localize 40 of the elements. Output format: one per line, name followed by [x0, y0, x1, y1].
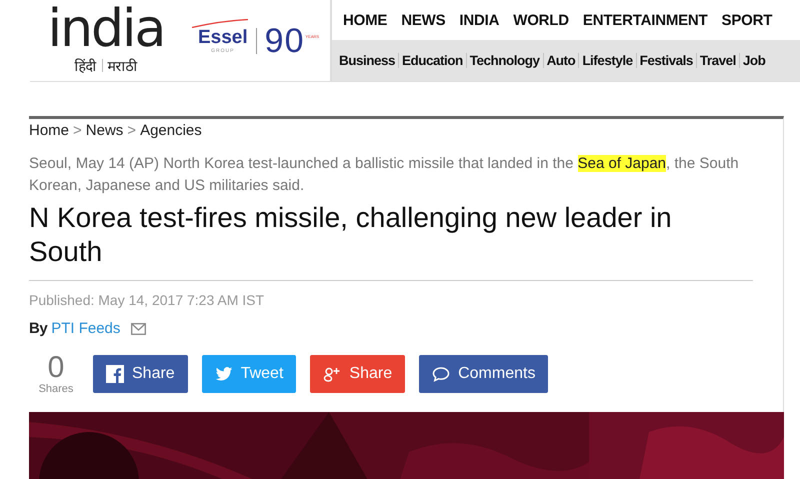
partner-logo-text: Essel — [198, 28, 248, 48]
subnav-link[interactable]: Education — [398, 53, 466, 68]
breadcrumb-link[interactable]: Agencies — [140, 122, 202, 139]
language-link[interactable]: हिंदी — [74, 56, 96, 75]
article-title: N Korea test-fires missile, challenging new leader in South — [29, 201, 673, 269]
mail-icon[interactable] — [131, 322, 146, 334]
nav-link[interactable]: ENTERTAINMENT — [582, 12, 708, 28]
breadcrumb-link[interactable]: News — [86, 122, 124, 139]
breadcrumb-link[interactable]: Home — [29, 122, 70, 139]
publish-date: Published: May 14, 2017 7:23 AM IST — [29, 292, 266, 308]
facebook-share-button[interactable]: Share — [93, 355, 188, 393]
comments-button[interactable]: Comments — [419, 355, 548, 393]
nav-link[interactable]: INDIA — [459, 12, 500, 28]
subnav-link[interactable]: Travel — [696, 53, 739, 68]
author-link[interactable]: PTI Feeds — [51, 320, 120, 337]
speech-bubble-icon — [432, 365, 450, 383]
subnav-link[interactable]: Festivals — [636, 53, 696, 68]
breadcrumb-separator: > — [73, 122, 82, 139]
google-plus-icon — [323, 365, 342, 383]
swoosh-icon — [190, 18, 250, 28]
nav-link[interactable]: HOME — [343, 12, 388, 28]
subnav-link[interactable]: Business — [339, 53, 398, 68]
bird-icon — [214, 365, 233, 383]
anniversary-number: 90 — [264, 24, 304, 58]
share-count: 0 — [48, 353, 64, 383]
share-count-label: Shares — [38, 383, 74, 395]
google-plus-share-button[interactable]: Share — [310, 355, 406, 393]
nav-link[interactable]: WORLD — [513, 12, 569, 28]
breadcrumb-separator: > — [127, 122, 136, 139]
subnav-link[interactable]: Auto — [542, 53, 578, 68]
byline-label: By — [29, 320, 48, 337]
facebook-icon — [106, 365, 124, 383]
language-link[interactable]: मराठी — [108, 56, 138, 75]
nav-link[interactable]: SPORT — [722, 12, 772, 28]
subnav-link[interactable]: Lifestyle — [578, 53, 636, 68]
nav-link[interactable]: NEWS — [401, 12, 446, 28]
article-summary: Seoul, May 14 (AP) North Korea test-launched a ballistic missile that landed in the Sea of Japan, the South Korean, Japanese and US militaries said. — [29, 154, 740, 196]
site-logo[interactable]: india — [48, 6, 164, 52]
subnav-link[interactable]: Job — [738, 53, 768, 68]
subnav-link[interactable]: Technology — [466, 53, 543, 68]
